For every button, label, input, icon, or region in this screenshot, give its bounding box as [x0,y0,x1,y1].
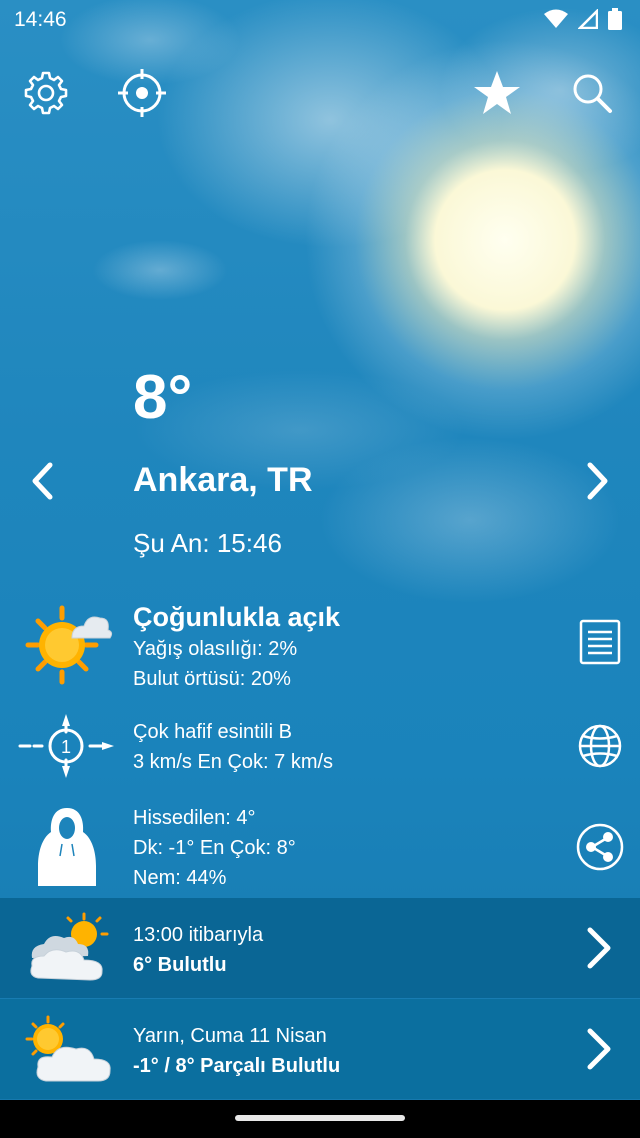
status-time: 14:46 [14,8,67,31]
conditions-row: Çoğunlukla açık Yağış olasılığı: 2% Bulu… [0,598,640,698]
humidity: Nem: 44% [133,867,227,889]
feels-like: Hissedilen: 4° [133,807,256,829]
forecast-time: 13:00 itibarıyla [133,924,264,946]
globe-icon [578,724,622,768]
wifi-icon [544,9,568,28]
location-button[interactable] [116,67,168,119]
navigation-bar [0,1100,640,1138]
settings-button[interactable] [20,67,72,119]
chevron-right-icon [587,1028,611,1070]
precipitation-chance: Yağış olasılığı: 2% [133,638,298,660]
favorite-button[interactable] [471,67,523,119]
map-button[interactable] [576,722,624,770]
forecast-date: Yarın, Cuma 11 Nisan [133,1025,327,1047]
document-icon [579,619,621,665]
details-button[interactable] [576,618,624,666]
share-button[interactable] [576,823,624,871]
location-target-icon [118,69,166,117]
home-gesture-handle[interactable] [235,1115,405,1121]
star-icon [474,71,520,114]
next-location-button[interactable] [578,456,618,506]
current-time-label: Şu An: 15:46 [133,528,282,558]
beaufort-number: 1 [61,737,71,757]
wind-row: 1 Çok hafif esintili B 3 km/s En Çok: 7 … [0,712,640,782]
daily-forecast-item[interactable]: Yarın, Cuma 11 Nisan -1° / 8° Parçalı Bu… [0,999,640,1099]
status-icons [544,8,622,30]
wind-description: Çok hafif esintili B [133,721,292,743]
person-hoodie-icon [38,808,96,886]
min-max-temperature: Dk: -1° En Çok: 8° [133,837,296,859]
wind-compass-icon: 1 [18,714,114,778]
search-button[interactable] [566,67,618,119]
previous-location-button[interactable] [22,456,62,506]
signal-icon [578,9,598,29]
chevron-right-icon [587,462,608,500]
sun-cloud-icon [25,605,113,685]
condition-title: Çoğunlukla açık [133,602,341,632]
city-name: Ankara, TR [133,461,313,499]
forecast-summary: -1° / 8° Parçalı Bulutlu [133,1055,341,1077]
forecast-summary: 6° Bulutlu [133,954,227,976]
feels-like-row: Hissedilen: 4° Dk: -1° En Çok: 8° Nem: 4… [0,800,640,896]
battery-icon [608,8,622,30]
search-icon [573,74,612,113]
status-bar: 14:46 [0,0,640,40]
current-temperature: 8° [133,363,193,432]
cloudy-sun-icon [30,912,109,981]
cloud-cover: Bulut örtüsü: 20% [133,668,291,690]
chevron-right-icon [587,927,611,969]
gear-icon [24,71,68,115]
chevron-left-icon [32,462,53,500]
partly-cloudy-icon [25,1015,111,1082]
share-icon [576,823,624,871]
hourly-forecast-item[interactable]: 13:00 itibarıyla 6° Bulutlu [0,898,640,998]
wind-speed: 3 km/s En Çok: 7 km/s [133,751,334,773]
